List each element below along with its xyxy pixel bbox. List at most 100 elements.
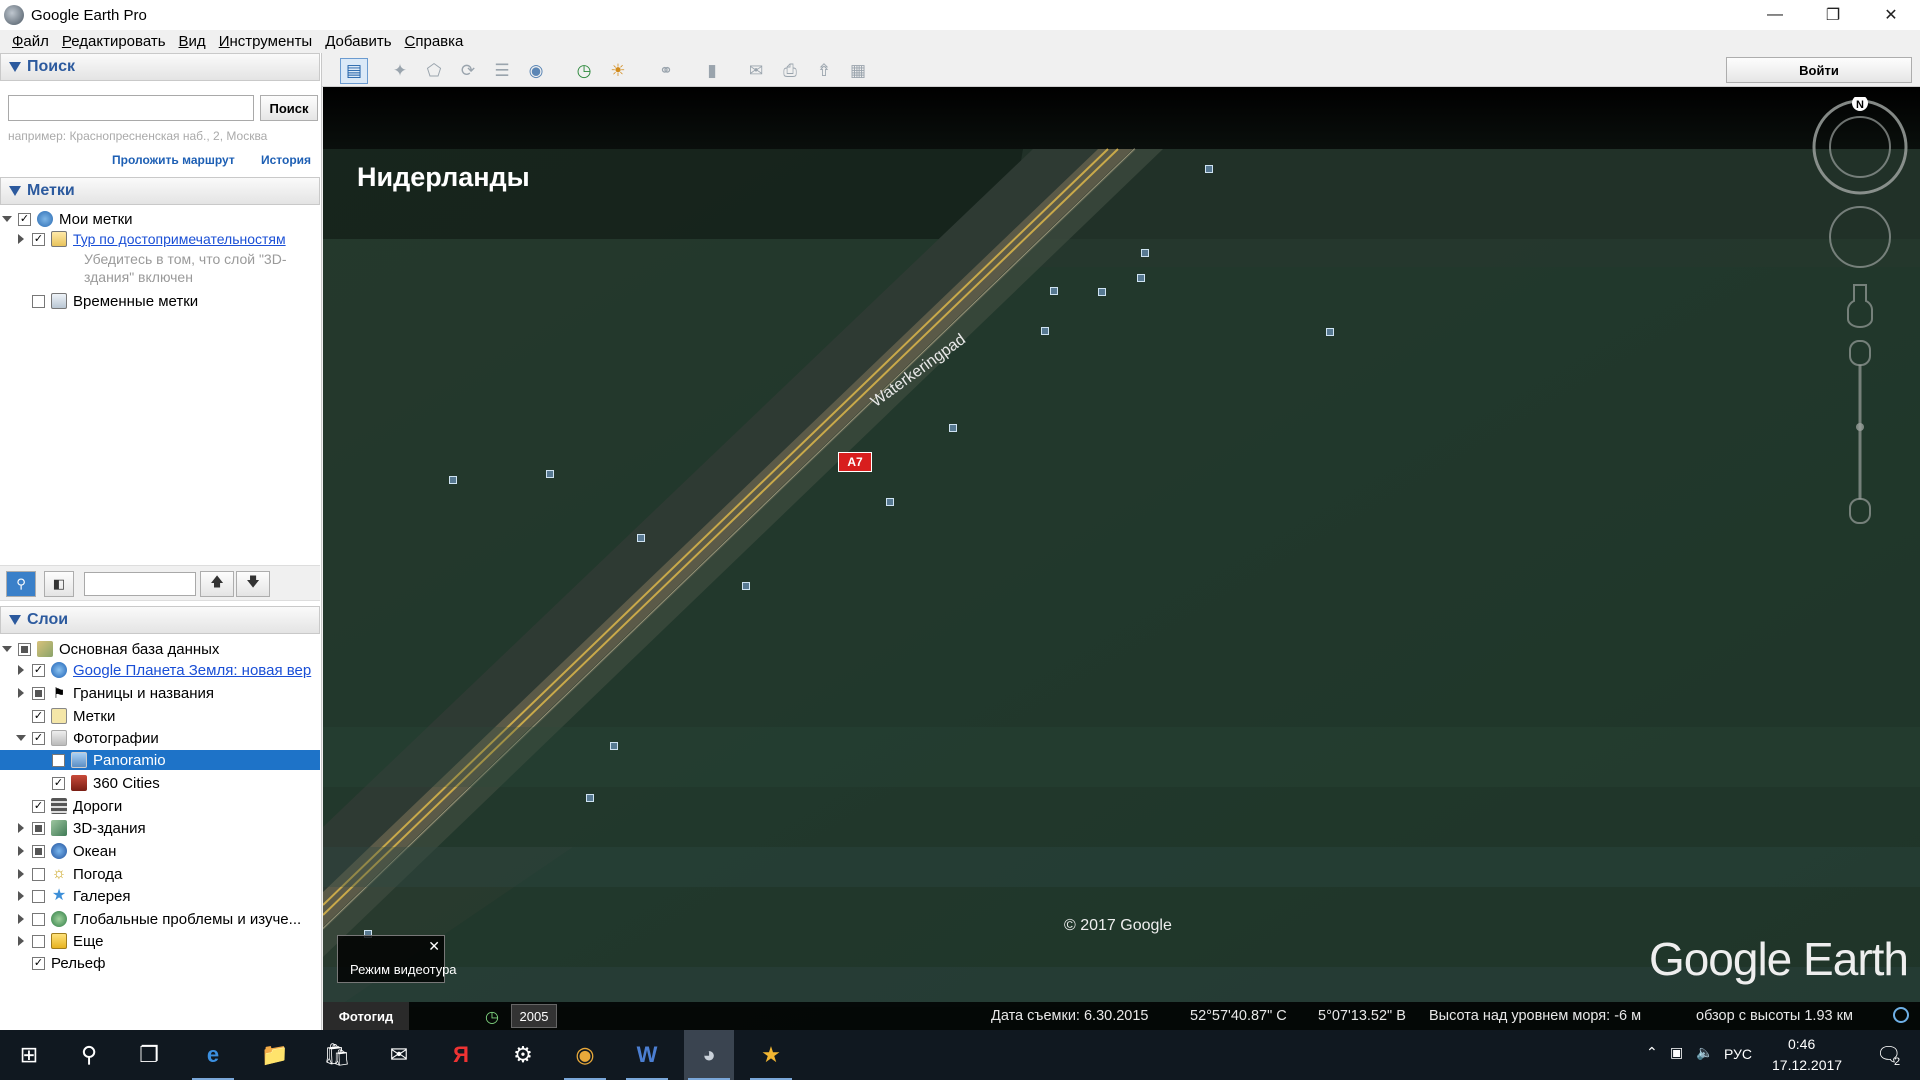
- tour-guide-tab[interactable]: Фотогид: [323, 1002, 409, 1030]
- expand-arrow-icon[interactable]: [16, 869, 26, 879]
- google-earth-taskbar-icon[interactable]: ◕: [684, 1030, 734, 1080]
- checkbox[interactable]: [32, 294, 45, 308]
- photo-marker[interactable]: [1050, 287, 1058, 295]
- street-view-pegman-icon[interactable]: [1846, 284, 1874, 328]
- compass-ring[interactable]: [1812, 97, 1908, 195]
- layer-roads[interactable]: ✓ Дороги: [16, 796, 122, 816]
- photo-marker[interactable]: [1098, 288, 1106, 296]
- expand-arrow-icon[interactable]: [16, 688, 26, 698]
- checkbox[interactable]: ✓: [32, 731, 45, 745]
- look-joystick[interactable]: [1829, 206, 1891, 268]
- photo-marker[interactable]: [1137, 274, 1145, 282]
- layer-global-awareness[interactable]: Глобальные проблемы и изуче...: [16, 909, 301, 929]
- expand-arrow-icon[interactable]: [2, 214, 12, 224]
- minimize-button[interactable]: —: [1746, 0, 1804, 30]
- save-image-icon[interactable]: ⇮: [810, 58, 838, 84]
- move-up-button[interactable]: 🡅: [200, 571, 234, 597]
- layer-earth-news[interactable]: ✓ Google Планета Земля: новая вер: [16, 660, 311, 680]
- checkbox[interactable]: [32, 912, 45, 926]
- image-overlay-icon[interactable]: ☰: [488, 58, 516, 84]
- planets-icon[interactable]: ⚭: [652, 58, 680, 84]
- expand-arrow-icon[interactable]: [16, 733, 26, 743]
- layer-gallery[interactable]: ★ Галерея: [16, 886, 131, 906]
- layer-terrain[interactable]: ✓ Рельеф: [16, 953, 105, 973]
- checkbox[interactable]: ✓: [32, 663, 45, 677]
- close-icon[interactable]: ✕: [428, 938, 440, 955]
- checkbox[interactable]: [32, 867, 45, 881]
- checkbox[interactable]: [18, 642, 31, 656]
- windows-start-icon[interactable]: ⊞: [4, 1030, 54, 1080]
- photo-marker[interactable]: [1205, 165, 1213, 173]
- expand-arrow-icon[interactable]: [2, 644, 12, 654]
- input-language[interactable]: РУС: [1724, 1046, 1752, 1062]
- imagery-year[interactable]: 2005: [511, 1004, 557, 1028]
- checkbox[interactable]: ✓: [32, 709, 45, 723]
- show-hidden-icons-icon[interactable]: ⌃: [1646, 1044, 1658, 1061]
- photo-marker[interactable]: [1141, 249, 1149, 257]
- menu-help[interactable]: Справка: [405, 33, 464, 50]
- photo-marker[interactable]: [546, 470, 554, 478]
- add-placemark-icon[interactable]: ✦: [386, 58, 414, 84]
- game-app-icon[interactable]: ★: [746, 1030, 796, 1080]
- tree-item-my-places[interactable]: ✓ Мои метки: [2, 209, 133, 229]
- expand-arrow-icon[interactable]: [16, 891, 26, 901]
- panel-toggle-button[interactable]: ◧: [44, 571, 74, 597]
- edge-browser-icon[interactable]: e: [188, 1030, 238, 1080]
- clock-date[interactable]: 17.12.2017: [1772, 1057, 1842, 1073]
- photo-marker[interactable]: [586, 794, 594, 802]
- sign-in-button[interactable]: Войти: [1726, 57, 1912, 83]
- move-down-button[interactable]: 🡇: [236, 571, 270, 597]
- photo-marker[interactable]: [1041, 327, 1049, 335]
- settings-gear-icon[interactable]: ⚙: [498, 1030, 548, 1080]
- photo-marker[interactable]: [742, 582, 750, 590]
- expand-arrow-icon[interactable]: [16, 936, 26, 946]
- checkbox[interactable]: ✓: [52, 753, 65, 767]
- network-icon[interactable]: ▣: [1670, 1044, 1683, 1061]
- layer-3d-buildings[interactable]: 3D-здания: [16, 818, 146, 838]
- history-link[interactable]: История: [261, 153, 311, 167]
- menu-tools[interactable]: Инструменты: [219, 33, 313, 50]
- restore-button[interactable]: ❐: [1804, 0, 1862, 30]
- layer-link[interactable]: Google Планета Земля: новая вер: [73, 662, 311, 679]
- yandex-browser-icon[interactable]: Я: [436, 1030, 486, 1080]
- checkbox[interactable]: [32, 821, 45, 835]
- close-button[interactable]: ✕: [1862, 0, 1920, 30]
- expand-arrow-icon[interactable]: [16, 914, 26, 924]
- tree-item-sightseeing-tour[interactable]: ✓ Тур по достопримечательностям: [16, 229, 286, 249]
- expand-arrow-icon[interactable]: [16, 234, 26, 244]
- tour-link[interactable]: Тур по достопримечательностям: [73, 231, 286, 247]
- search-panel-header[interactable]: Поиск: [0, 53, 320, 81]
- add-polygon-icon[interactable]: ⬠: [420, 58, 448, 84]
- view-in-maps-icon[interactable]: ▦: [844, 58, 872, 84]
- checkbox[interactable]: ✓: [18, 212, 31, 226]
- search-button[interactable]: Поиск: [260, 95, 318, 121]
- checkbox[interactable]: ✓: [52, 776, 65, 790]
- places-panel-header[interactable]: Метки: [0, 177, 320, 205]
- directions-link[interactable]: Проложить маршрут: [112, 153, 235, 167]
- places-filter-input[interactable]: [84, 572, 196, 596]
- email-icon[interactable]: ✉: [742, 58, 770, 84]
- photo-marker[interactable]: [637, 534, 645, 542]
- layer-weather[interactable]: ☼ Погода: [16, 864, 122, 884]
- historical-imagery-icon[interactable]: ◷: [570, 58, 598, 84]
- task-view-icon[interactable]: ❐: [124, 1030, 174, 1080]
- menu-file[interactable]: Файл: [12, 33, 49, 50]
- add-path-icon[interactable]: ⟳: [454, 58, 482, 84]
- layer-more[interactable]: Еще: [16, 931, 104, 951]
- checkbox[interactable]: ✓: [32, 799, 45, 813]
- sidebar-toggle-icon[interactable]: ▤: [340, 58, 368, 84]
- layer-primary-database[interactable]: Основная база данных: [2, 639, 219, 659]
- search-icon[interactable]: ⚲: [64, 1030, 114, 1080]
- word-icon[interactable]: W: [622, 1030, 672, 1080]
- chrome-icon[interactable]: ◉: [560, 1030, 610, 1080]
- historical-clock-icon[interactable]: ◷: [485, 1007, 499, 1027]
- map-view[interactable]: Нидерланды Waterkeringpad A7 © 2017 Goog…: [323, 87, 1920, 1030]
- photo-marker[interactable]: [610, 742, 618, 750]
- tree-item-temporary-places[interactable]: Временные метки: [16, 291, 198, 311]
- layer-360-cities[interactable]: ✓ 360 Cities: [46, 773, 160, 793]
- expand-arrow-icon[interactable]: [16, 823, 26, 833]
- ruler-icon[interactable]: ▮: [698, 58, 726, 84]
- store-icon[interactable]: 🛍: [312, 1030, 362, 1080]
- record-tour-icon[interactable]: ◉: [522, 58, 550, 84]
- print-icon[interactable]: ⎙: [776, 58, 804, 84]
